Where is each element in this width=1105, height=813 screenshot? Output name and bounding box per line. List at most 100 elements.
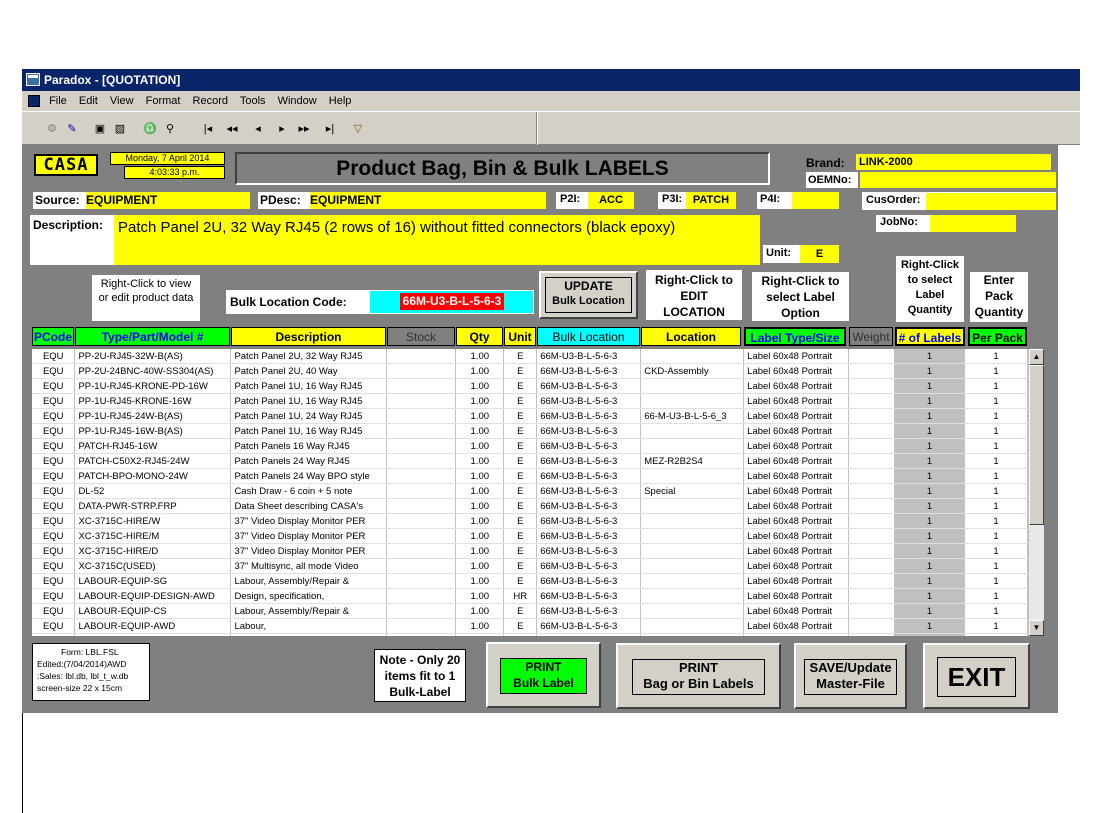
exit-button[interactable]: EXIT: [923, 643, 1030, 709]
cell-weight[interactable]: [848, 633, 896, 636]
cell-location[interactable]: [640, 528, 745, 544]
description-field[interactable]: Patch Panel 2U, 32 Way RJ45 (2 rows of 1…: [114, 215, 760, 265]
cell-location[interactable]: [640, 378, 745, 394]
cell-stock[interactable]: [386, 349, 457, 364]
cell-part[interactable]: PP-2U-RJ45-32W-B(AS): [74, 349, 232, 364]
cell-pcode[interactable]: EQU: [32, 543, 76, 559]
cell-num-labels[interactable]: 1: [894, 498, 965, 514]
cell-weight[interactable]: [848, 349, 896, 364]
cell-per-pack[interactable]: 1: [964, 528, 1028, 544]
cell-unit[interactable]: E: [503, 528, 538, 544]
cell-num-labels[interactable]: 1: [894, 363, 965, 379]
cell-location[interactable]: [640, 573, 745, 589]
cell-qty[interactable]: 1.00: [455, 483, 505, 499]
cell-weight[interactable]: [848, 438, 896, 454]
cell-location[interactable]: [640, 618, 745, 634]
cell-qty[interactable]: 1.00: [455, 468, 505, 484]
cell-part[interactable]: LABOUR-EQUIP-DESIGN-AWD: [74, 588, 232, 604]
table-row[interactable]: EQU XC-3715C(USED) 37" Multisync, all mode…: [32, 558, 1028, 574]
cell-num-labels[interactable]: 1: [894, 513, 965, 529]
cell-description[interactable]: Patch Panel 1U, 24 Way RJ45: [230, 408, 388, 424]
cell-qty[interactable]: 1.00: [455, 438, 505, 454]
cell-location[interactable]: 66-M-U3-B-L-5-6_3: [640, 408, 745, 424]
cell-unit[interactable]: E: [503, 573, 538, 589]
cell-description[interactable]: Labour, Assembly/Repair &: [230, 573, 388, 589]
scroll-up-icon[interactable]: ▲: [1029, 349, 1044, 365]
cell-location[interactable]: [640, 558, 745, 574]
cell-label-type[interactable]: Label 60x48 Portrait: [743, 423, 850, 439]
brand-field[interactable]: LINK-2000: [856, 154, 1051, 170]
cell-unit[interactable]: E: [503, 363, 538, 379]
cell-label-type[interactable]: Label 60x48 Portrait: [743, 588, 850, 604]
cell-pcode[interactable]: EQU: [32, 453, 76, 469]
cell-weight[interactable]: [848, 468, 896, 484]
cell-pcode[interactable]: EQU: [32, 468, 76, 484]
cell-bulk-location[interactable]: 66M-U3-B-L-5-6-3: [536, 468, 642, 484]
cell-pcode[interactable]: EQU: [32, 483, 76, 499]
cell-per-pack[interactable]: 1: [964, 423, 1028, 439]
cell-weight[interactable]: [848, 513, 896, 529]
cell-num-labels[interactable]: 1: [894, 408, 965, 424]
cell-pcode[interactable]: EQU: [32, 588, 76, 604]
cell-qty[interactable]: 1.00: [455, 528, 505, 544]
menu-window[interactable]: Window: [278, 95, 317, 107]
cell-bulk-location[interactable]: 66M-U3-B-L-5-6-3: [536, 498, 642, 514]
cell-per-pack[interactable]: 1: [964, 588, 1028, 604]
cell-bulk-location[interactable]: 66M-U3-B-L-5-6-3: [536, 349, 642, 364]
document-icon[interactable]: [28, 95, 40, 108]
cell-label-type[interactable]: Label 60x48 Portrait: [743, 483, 850, 499]
cell-location[interactable]: [640, 468, 745, 484]
cell-pcode[interactable]: EQU: [32, 498, 76, 514]
p3i-field[interactable]: PATCH: [686, 192, 736, 209]
cell-unit[interactable]: E: [503, 408, 538, 424]
unit-field[interactable]: E: [800, 245, 839, 263]
menu-view[interactable]: View: [110, 95, 134, 107]
cell-num-labels[interactable]: 1: [894, 543, 965, 559]
cell-location[interactable]: CKD-Assembly: [640, 363, 745, 379]
cell-part[interactable]: BOXES: [74, 633, 232, 636]
cell-qty[interactable]: 1.00: [455, 378, 505, 394]
cell-description[interactable]: Patch Panel 2U, 40 Way: [230, 363, 388, 379]
cell-pcode[interactable]: EQU: [32, 349, 76, 364]
cell-weight[interactable]: [848, 573, 896, 589]
cell-label-type[interactable]: Label 60x48 Portrait: [743, 543, 850, 559]
cell-part[interactable]: LABOUR-EQUIP-AWD: [74, 618, 232, 634]
cell-qty[interactable]: 1.00: [455, 498, 505, 514]
cell-label-type[interactable]: Label 60x48 Portrait: [743, 408, 850, 424]
cell-qty[interactable]: 1.00: [455, 423, 505, 439]
cell-unit[interactable]: E: [503, 513, 538, 529]
bulk-location-code[interactable]: 66M-U3-B-L-5-6-3: [400, 293, 504, 310]
cell-description[interactable]: Patch Panels 16 Way RJ45: [230, 438, 388, 454]
table-row[interactable]: EQU LABOUR-EQUIP-DESIGN-AWD Design, specif…: [32, 588, 1028, 604]
cell-label-type[interactable]: Label 60x48 Portrait: [743, 618, 850, 634]
cell-bulk-location[interactable]: 66M-U3-B-L-5-6-3: [536, 483, 642, 499]
table-row[interactable]: EQU DL-52 Cash Draw - 6 coin + 5 note 1.00 E…: [32, 483, 1028, 499]
cell-description[interactable]: Patch Panel 2U, 32 Way RJ45: [230, 349, 388, 364]
cell-unit[interactable]: E: [503, 453, 538, 469]
cell-description[interactable]: 37" Video Display Monitor PER: [230, 513, 388, 529]
cell-num-labels[interactable]: 1: [894, 393, 965, 409]
cell-weight[interactable]: [848, 378, 896, 394]
cell-pcode[interactable]: EQU: [32, 438, 76, 454]
cell-weight[interactable]: [848, 393, 896, 409]
cell-pcode[interactable]: EQU: [32, 408, 76, 424]
cell-num-labels[interactable]: 1: [894, 483, 965, 499]
cell-location[interactable]: [640, 603, 745, 619]
oemno-field[interactable]: [860, 172, 1056, 188]
cell-per-pack[interactable]: 1: [964, 438, 1028, 454]
cell-per-pack[interactable]: 1: [964, 468, 1028, 484]
cell-per-pack[interactable]: 1: [964, 633, 1028, 636]
cell-num-labels[interactable]: 1: [894, 528, 965, 544]
cell-stock[interactable]: [386, 558, 457, 574]
cell-description[interactable]: Patch Panel 1U, 16 Way RJ45: [230, 378, 388, 394]
cell-location[interactable]: [640, 498, 745, 514]
cell-unit[interactable]: HR: [503, 588, 538, 604]
cell-pcode[interactable]: EQU: [32, 558, 76, 574]
cell-part[interactable]: PP-2U-24BNC-40W-SS304(AS): [74, 363, 232, 379]
cell-num-labels[interactable]: 1: [894, 633, 965, 636]
cell-stock[interactable]: [386, 438, 457, 454]
cell-bulk-location[interactable]: 66M-U3-B-L-5-6-3: [536, 558, 642, 574]
cell-part[interactable]: DL-52: [74, 483, 232, 499]
cell-location[interactable]: [640, 423, 745, 439]
cell-part[interactable]: PP-1U-RJ45-KRONE-16W: [74, 393, 232, 409]
